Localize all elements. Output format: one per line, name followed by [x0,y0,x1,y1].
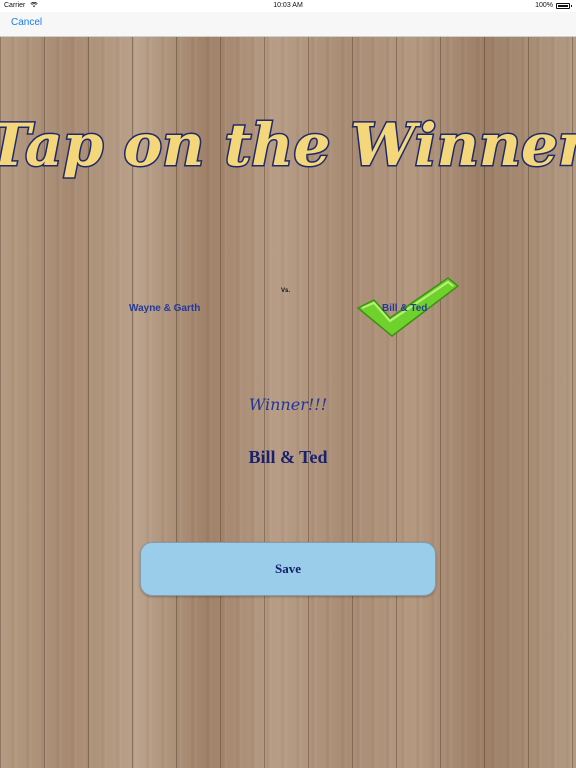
cancel-button[interactable]: Cancel [11,17,42,28]
navigation-bar: Cancel [0,12,576,37]
status-bar: Carrier 10:03 AM 100% [0,0,576,12]
title-graphic: Tap on the Winner [0,110,576,181]
battery-icon [556,2,572,9]
battery-status: 100% [535,2,572,9]
winner-name: Bill & Ted [248,447,328,467]
page-title: Tap on the Winner [0,111,576,179]
save-button[interactable]: Save [140,542,436,596]
status-time: 10:03 AM [273,2,303,9]
battery-percent: 100% [535,2,553,9]
versus-label: Vs. [281,288,291,294]
winner-label: Winner!!! [248,395,328,414]
wood-background: Tap on the Winner Wayne & Garth Vs. Bill… [0,37,576,768]
team-option-left[interactable]: Wayne & Garth [129,303,200,314]
team-option-right[interactable]: Bill & Ted [382,303,427,314]
